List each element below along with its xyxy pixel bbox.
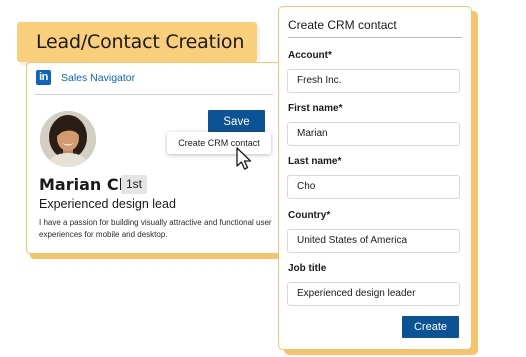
banner-title: Lead/Contact Creation xyxy=(36,31,245,53)
account-field[interactable]: Fresh Inc. xyxy=(287,69,460,93)
job-title-field[interactable]: Experienced design leader xyxy=(287,282,460,306)
job-title-label: Job title xyxy=(288,263,327,274)
last-name-field[interactable]: Cho xyxy=(287,175,460,199)
first-name-field[interactable]: Marian xyxy=(287,122,460,146)
profile-headline: Experienced design lead xyxy=(39,197,176,211)
form-divider xyxy=(288,37,462,38)
save-button[interactable]: Save xyxy=(208,110,265,134)
profile-about: I have a passion for building visually a… xyxy=(39,218,272,239)
sales-navigator-card: in Sales Navigator Save Create CRM conta… xyxy=(26,62,282,254)
sales-navigator-title: Sales Navigator xyxy=(61,72,136,84)
connection-degree-badge: 1st xyxy=(121,175,147,194)
mouse-cursor-icon xyxy=(236,147,252,170)
create-button[interactable]: Create xyxy=(402,316,459,338)
create-crm-contact-menu-item[interactable]: Create CRM contact xyxy=(167,132,271,154)
last-name-label: Last name* xyxy=(288,156,342,167)
account-label: Account* xyxy=(288,50,332,61)
first-name-label: First name* xyxy=(288,103,343,114)
crm-contact-form: Create CRM contact Account* Fresh Inc. F… xyxy=(278,6,472,350)
linkedin-logo-icon: in xyxy=(36,70,51,85)
country-label: Country* xyxy=(288,210,331,221)
country-field[interactable]: United States of America xyxy=(287,229,460,253)
section-title-banner: Lead/Contact Creation xyxy=(17,22,257,62)
header-divider xyxy=(35,94,273,95)
form-title: Create CRM contact xyxy=(288,18,397,32)
avatar xyxy=(40,111,96,167)
